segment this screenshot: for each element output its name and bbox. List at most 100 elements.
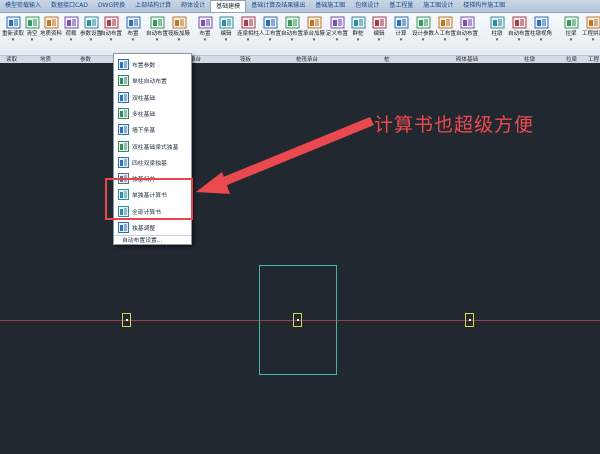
chevron-down-icon: ▾ (224, 36, 228, 43)
menu-item-beam-footing[interactable]: 双柱基础梁式独基 (114, 138, 191, 155)
chevron-down-icon: ▾ (49, 36, 53, 43)
ribbon-button-pier[interactable]: 柱墩 ▾ (486, 15, 508, 53)
multi-column-icon (118, 107, 129, 119)
menu-item-double-column[interactable]: 双柱基础 (114, 89, 191, 106)
adjust-icon (118, 222, 129, 233)
menu-item-params[interactable]: 布置参数 (114, 56, 191, 73)
chevron-down-icon: ▾ (11, 36, 15, 43)
tie-beam-icon (564, 16, 578, 29)
menu-item-label: 四柱双梁独基 (132, 160, 167, 167)
pier-icon (490, 16, 504, 29)
chevron-down-icon: ▾ (569, 36, 573, 43)
tab-masonry[interactable]: 砌体设计 (176, 0, 210, 12)
menu-item-label: 独基调整 (132, 226, 156, 232)
chevron-down-icon: ▾ (399, 36, 403, 43)
ribbon-button-manual[interactable]: 人工布置 ▾ (434, 15, 456, 53)
double-column-icon (118, 91, 129, 103)
tab-quantity[interactable]: 基工程量 (384, 0, 418, 12)
ribbon-button-assemble[interactable]: 工程拼装▾ (582, 15, 600, 53)
chevron-down-icon: ▾ (421, 36, 425, 43)
cap-icon (307, 16, 321, 29)
tab-drawing-design[interactable]: 施工图设计 (418, 0, 458, 12)
tab-envelope-design[interactable]: 包络设计 (350, 0, 384, 12)
manual-icon (263, 16, 277, 29)
ribbon-button-auto-layout[interactable]: 自动布置 ▾ (456, 15, 478, 53)
ribbon-button-place[interactable]: 布置 ▾ (194, 15, 216, 53)
menu-item-label: 布置参数 (132, 63, 156, 69)
chevron-down-icon: ▾ (203, 36, 207, 43)
chevron-down-icon: ▾ (539, 36, 543, 43)
chevron-down-icon: ▾ (268, 36, 272, 43)
ribbon-button-place[interactable]: 布置 ▾ (122, 15, 144, 53)
geology-icon (44, 16, 58, 29)
menu-item-label: 多柱基础 (132, 111, 156, 118)
chevron-down-icon: ▾ (465, 36, 469, 43)
ribbon-button-define[interactable]: 定义布置 ▾ (326, 15, 348, 53)
menu-item-wall-strip[interactable]: 墙下条基 (114, 121, 191, 138)
pile-group-icon (351, 16, 365, 29)
ribbon-button-calc[interactable]: 计算 ▾ (390, 15, 412, 53)
menu-item-adjust[interactable]: 独基调整 (114, 219, 191, 236)
column-marker[interactable] (293, 313, 302, 327)
ribbon-button-beam[interactable]: 连梁相柱 ▾ (237, 15, 259, 53)
auto-layout-settings-item[interactable]: 自动布置设置... (114, 235, 191, 245)
ribbon-button-auto-layout[interactable]: 自动布置 ▾ (508, 15, 530, 53)
chevron-down-icon: ▾ (30, 36, 34, 43)
ribbon-button-tie-beam[interactable]: 拉梁 ▾ (560, 15, 582, 53)
tab-foundation-drawing[interactable]: 基础施工图 (310, 0, 350, 12)
column-marker[interactable] (465, 313, 474, 327)
menu-item-label: 单柱自动布置 (132, 79, 167, 86)
assemble-icon (586, 16, 600, 29)
chevron-down-icon: ▾ (377, 36, 381, 43)
chevron-down-icon: ▾ (356, 36, 360, 43)
menu-item-single-column[interactable]: 单柱自动布置 (114, 72, 191, 89)
menu-item-four-column[interactable]: 四柱双梁独基 (114, 154, 191, 171)
chevron-down-icon: ▾ (495, 36, 499, 43)
four-column-icon (118, 156, 129, 168)
tab-stair[interactable]: 楼梯构件施工图 (458, 0, 510, 12)
tab-upper-structure[interactable]: 上部结构计算 (130, 0, 176, 12)
tab-foundation-model[interactable]: 基础建模 (210, 0, 247, 12)
ribbon-button-param[interactable]: 设计参数 ▾ (412, 15, 434, 53)
chevron-down-icon: ▾ (69, 36, 73, 43)
ribbon-button-raft[interactable]: 筏板加腋 ▾ (168, 15, 190, 53)
ribbon-button-cap[interactable]: 承台加腋 ▾ (303, 15, 325, 53)
reload-icon (6, 16, 20, 29)
cad-application-window: 模型荷载输入 数据接口CAD DWG转换 上部结构计算 砌体设计 基础建模 基础… (0, 0, 600, 454)
ribbon-button-pile-group[interactable]: 群桩 ▾ (347, 15, 369, 53)
tab-model-load[interactable]: 模型荷载输入 (0, 0, 46, 12)
ribbon-button-label: 工程拼装 (581, 31, 600, 37)
ribbon-button-auto-layout[interactable]: 自动布置 ▾ (281, 15, 303, 53)
ribbon-button-auto-layout[interactable]: 自动布置 ▾ (100, 15, 122, 53)
chevron-down-icon: ▾ (591, 36, 595, 43)
ribbon-button-manual[interactable]: 人工布置 ▾ (259, 15, 281, 53)
params-icon (118, 59, 129, 70)
chevron-down-icon: ▾ (312, 36, 316, 43)
tab-dwg-convert[interactable]: DWG转换 (93, 0, 130, 12)
menu-tab-strip: 模型荷载输入 数据接口CAD DWG转换 上部结构计算 砌体设计 基础建模 基础… (0, 0, 600, 13)
tab-foundation-calc[interactable]: 基础计算及结果输出 (246, 0, 310, 12)
auto-layout-icon (512, 16, 526, 29)
column-marker[interactable] (122, 313, 131, 327)
menu-item-label: 墙下条基 (132, 128, 156, 135)
highlight-box (105, 178, 193, 220)
place-icon (126, 16, 140, 29)
manual-icon (438, 16, 452, 29)
ribbon-button-edit[interactable]: 编辑 ▾ (215, 15, 237, 53)
wall-strip-icon (118, 124, 129, 136)
auto-layout-icon (460, 16, 474, 29)
auto-layout-icon (285, 16, 299, 29)
tab-cad-interface[interactable]: 数据接口CAD (46, 0, 93, 12)
ribbon-button-edit[interactable]: 编辑 ▾ (368, 15, 390, 53)
ribbon-button-pier-view[interactable]: 柱墩视角 ▾ (530, 15, 552, 53)
chevron-down-icon: ▾ (89, 36, 93, 43)
chevron-down-icon: ▾ (131, 36, 135, 43)
chevron-down-icon: ▾ (290, 36, 294, 43)
menu-item-label: 双柱基础 (132, 95, 156, 102)
param-icon (416, 16, 430, 29)
annotation-callout: 计算书也超级方便 (374, 114, 535, 136)
menu-item-label: 双柱基础梁式独基 (132, 144, 179, 151)
edit-icon (372, 16, 386, 29)
ribbon-button-auto-layout[interactable]: 自动布置 ▾ (146, 15, 168, 53)
menu-item-multi-column[interactable]: 多柱基础 (114, 105, 191, 122)
